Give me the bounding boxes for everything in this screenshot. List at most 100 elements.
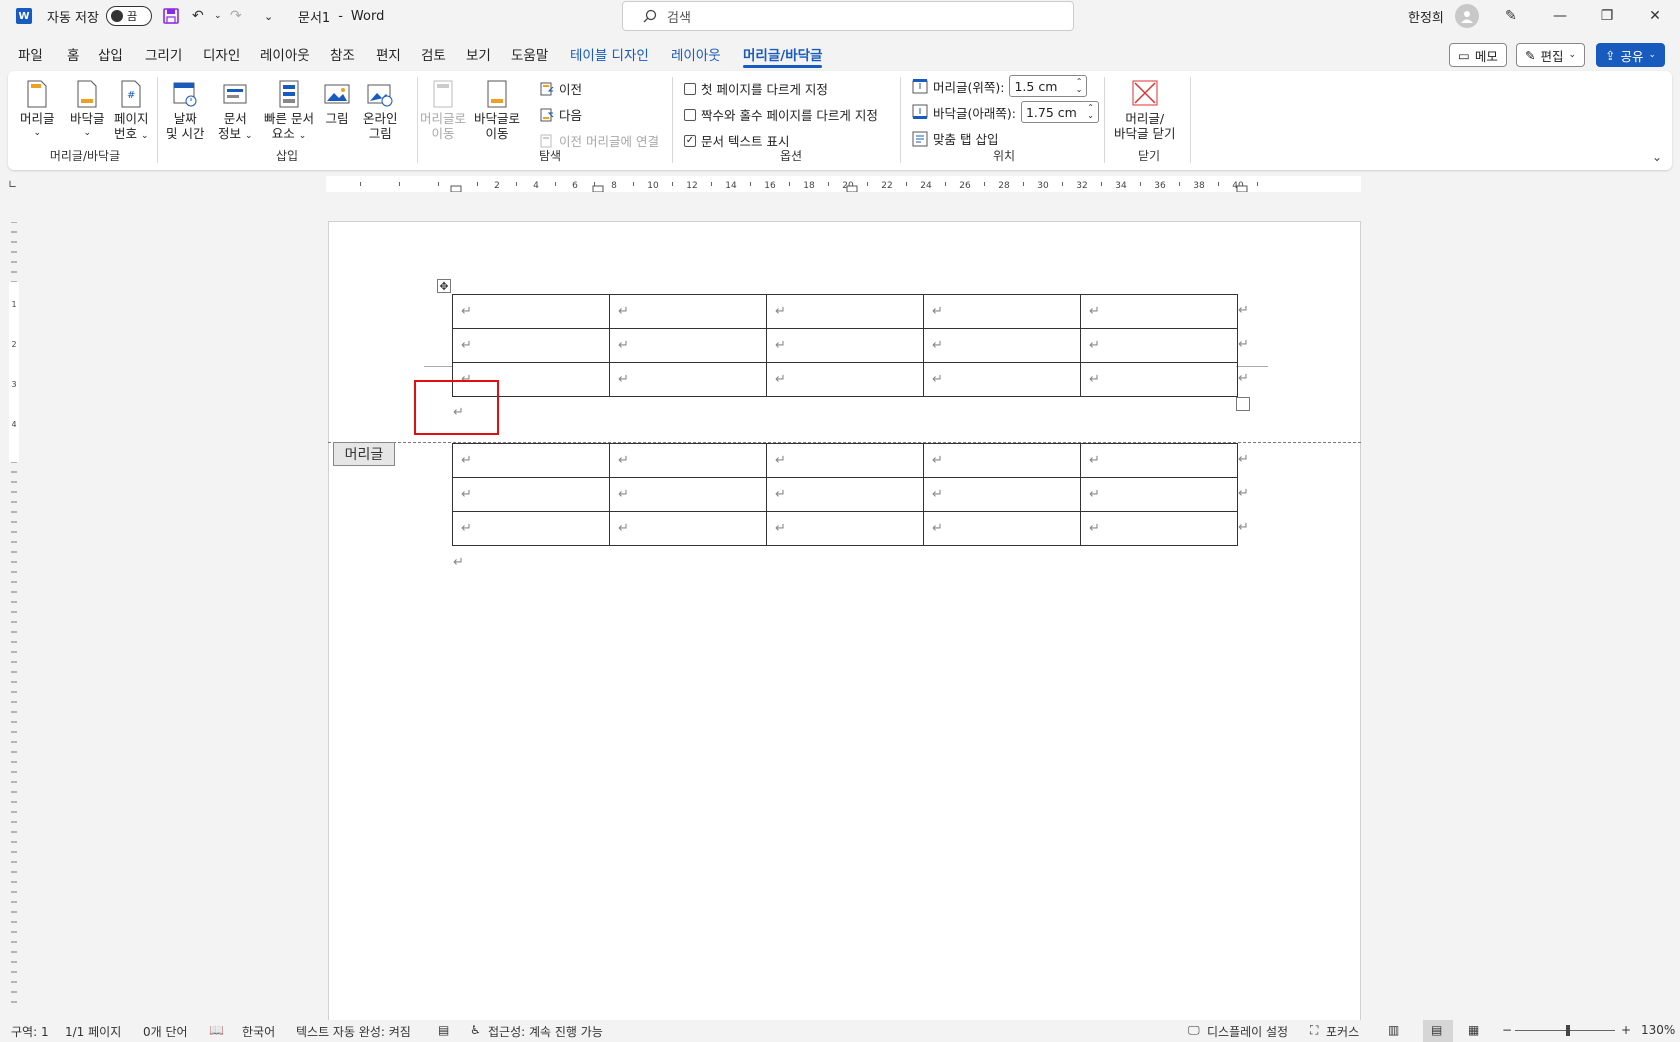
print-layout-icon[interactable]: ▤	[1431, 1023, 1442, 1037]
undo-icon[interactable]: ↶	[192, 0, 204, 32]
table-cell[interactable]: ↵	[766, 443, 924, 478]
previous-button[interactable]: 이전	[540, 79, 582, 98]
tab-stop-marker[interactable]	[592, 185, 604, 193]
status-focus[interactable]: 포커스	[1326, 1023, 1359, 1040]
share-button[interactable]: ⇪ 공유 ⌄	[1596, 43, 1666, 67]
tab-header-footer[interactable]: 머리글/바닥글	[743, 44, 823, 68]
hourglass-marker[interactable]	[450, 185, 462, 193]
table-cell[interactable]: ↵	[1080, 443, 1238, 478]
table-cell[interactable]: ↵	[1080, 328, 1238, 363]
table-cell[interactable]: ↵	[609, 362, 767, 397]
table-cell[interactable]: ↵	[766, 477, 924, 512]
table-cell[interactable]: ↵	[923, 328, 1081, 363]
zoom-level[interactable]: 130%	[1641, 1023, 1675, 1037]
table-cell[interactable]: ↵	[609, 443, 767, 478]
table-cell[interactable]: ↵	[452, 443, 610, 478]
table-resize-handle[interactable]	[1236, 397, 1250, 411]
tab-file[interactable]: 파일	[18, 44, 43, 64]
edit-button[interactable]: ✎ 편집 ⌄	[1516, 43, 1586, 67]
customize-icon[interactable]: ⌄	[264, 0, 273, 32]
tab-home[interactable]: 홈	[67, 44, 79, 64]
undo-dropdown-icon[interactable]: ⌄	[214, 0, 222, 32]
table-cell[interactable]: ↵	[609, 328, 767, 363]
zoom-in-icon[interactable]: +	[1621, 1023, 1631, 1037]
status-autocomplete[interactable]: 텍스트 자동 완성: 켜짐	[296, 1023, 411, 1040]
zoom-slider-thumb[interactable]	[1566, 1025, 1570, 1036]
document-info-button[interactable]: 문서 정보 ⌄	[218, 79, 253, 144]
tab-view[interactable]: 보기	[466, 44, 491, 64]
spinner-arrows-icon[interactable]: ⌃ ⌄	[1087, 104, 1094, 120]
minimize-icon[interactable]: —	[1537, 0, 1583, 32]
tab-table-design[interactable]: 테이블 디자인	[570, 44, 649, 64]
save-icon[interactable]	[162, 7, 180, 25]
tab-design[interactable]: 디자인	[203, 44, 240, 64]
status-display[interactable]: 디스플레이 설정	[1207, 1023, 1288, 1040]
tab-stop-center-marker[interactable]	[846, 185, 858, 193]
header-top-spinner[interactable]: 1.5 cm ⌃ ⌄	[1009, 75, 1088, 97]
body-table[interactable]: ↵ ↵ ↵ ↵ ↵ ↵ ↵ ↵ ↵ ↵ ↵ ↵ ↵ ↵ ↵	[452, 443, 1238, 546]
avatar-icon[interactable]	[1455, 4, 1479, 28]
header-table[interactable]: ↵ ↵ ↵ ↵ ↵ ↵ ↵ ↵ ↵ ↵ ↵ ↵ ↵ ↵ ↵	[452, 294, 1238, 397]
memo-button[interactable]: ▭ 메모	[1449, 43, 1507, 67]
tab-references[interactable]: 참조	[330, 44, 355, 64]
horizontal-ruler[interactable]: 246810121416182022242628303234363840	[326, 176, 1361, 193]
tab-selector-icon[interactable]: ∟	[8, 178, 17, 191]
redo-icon[interactable]: ↷	[230, 0, 242, 32]
focus-icon[interactable]: ⛶	[1310, 1023, 1318, 1038]
online-picture-button[interactable]: 온라인 그림	[363, 79, 398, 141]
accessibility-icon[interactable]: ♿	[470, 1023, 481, 1037]
different-odd-even-checkbox[interactable]: 짝수와 홀수 페이지를 다르게 지정	[684, 105, 878, 124]
table-cell[interactable]: ↵	[452, 294, 610, 329]
macro-icon[interactable]: ▤	[438, 1023, 449, 1037]
table-cell[interactable]: ↵	[1080, 511, 1238, 546]
tab-layout[interactable]: 레이아웃	[260, 44, 310, 64]
table-cell[interactable]: ↵	[452, 511, 610, 546]
status-language[interactable]: 한국어	[242, 1023, 275, 1040]
table-move-handle-icon[interactable]: ✥	[437, 279, 451, 293]
zoom-out-icon[interactable]: −	[1502, 1023, 1512, 1037]
table-cell[interactable]: ↵	[766, 294, 924, 329]
table-cell[interactable]: ↵	[923, 511, 1081, 546]
insert-align-tab-button[interactable]: 맞춤 탭 삽입	[912, 129, 998, 148]
table-cell[interactable]: ↵	[1080, 294, 1238, 329]
search-box[interactable]: 검색	[622, 1, 1074, 31]
table-cell[interactable]: ↵	[609, 477, 767, 512]
tab-mailings[interactable]: 편지	[376, 44, 401, 64]
web-layout-icon[interactable]: ▦	[1468, 1023, 1479, 1037]
tab-help[interactable]: 도움말	[511, 44, 548, 64]
table-cell[interactable]: ↵	[1080, 362, 1238, 397]
read-mode-icon[interactable]: ▥	[1388, 1023, 1399, 1037]
status-accessibility[interactable]: 접근성: 계속 진행 가능	[488, 1023, 603, 1040]
tab-draw[interactable]: 그리기	[145, 44, 182, 64]
table-cell[interactable]: ↵	[1080, 477, 1238, 512]
table-cell[interactable]: ↵	[923, 443, 1081, 478]
table-cell[interactable]: ↵	[923, 294, 1081, 329]
goto-footer-button[interactable]: 바닥글로 이동	[474, 79, 520, 141]
tab-table-layout[interactable]: 레이아웃	[671, 44, 721, 64]
table-cell[interactable]: ↵	[766, 362, 924, 397]
pen-icon[interactable]: ✎	[1505, 0, 1517, 32]
collapse-ribbon-icon[interactable]: ⌄	[1652, 150, 1662, 164]
table-cell[interactable]: ↵	[766, 511, 924, 546]
different-first-page-checkbox[interactable]: 첫 페이지를 다르게 지정	[684, 79, 828, 98]
table-cell[interactable]: ↵	[452, 477, 610, 512]
footer-bottom-spinner[interactable]: 1.75 cm ⌃ ⌄	[1020, 101, 1099, 123]
vertical-ruler[interactable]: 1 2 3 4	[8, 221, 20, 1012]
date-time-button[interactable]: 날짜 및 시간	[166, 79, 204, 141]
table-cell[interactable]: ↵	[923, 477, 1081, 512]
table-cell[interactable]: ↵	[766, 328, 924, 363]
right-indent-marker[interactable]	[1236, 185, 1248, 193]
quick-parts-button[interactable]: 빠른 문서 요소 ⌄	[264, 79, 314, 144]
table-cell[interactable]: ↵	[923, 362, 1081, 397]
table-cell[interactable]: ↵	[452, 328, 610, 363]
book-icon[interactable]: 📖	[209, 1023, 224, 1037]
page-number-button[interactable]: # 페이지 번호 ⌄	[114, 79, 149, 144]
status-page[interactable]: 1/1 페이지	[65, 1023, 121, 1040]
display-settings-icon[interactable]: 🖵	[1188, 1023, 1200, 1038]
tab-review[interactable]: 검토	[421, 44, 446, 64]
body-paragraph-mark[interactable]: ↵	[453, 555, 464, 570]
restore-icon[interactable]: ❐	[1584, 0, 1630, 32]
status-words[interactable]: 0개 단어	[143, 1023, 188, 1040]
status-section[interactable]: 구역: 1	[11, 1023, 49, 1040]
footer-button[interactable]: 바닥글 ⌄	[70, 79, 105, 141]
